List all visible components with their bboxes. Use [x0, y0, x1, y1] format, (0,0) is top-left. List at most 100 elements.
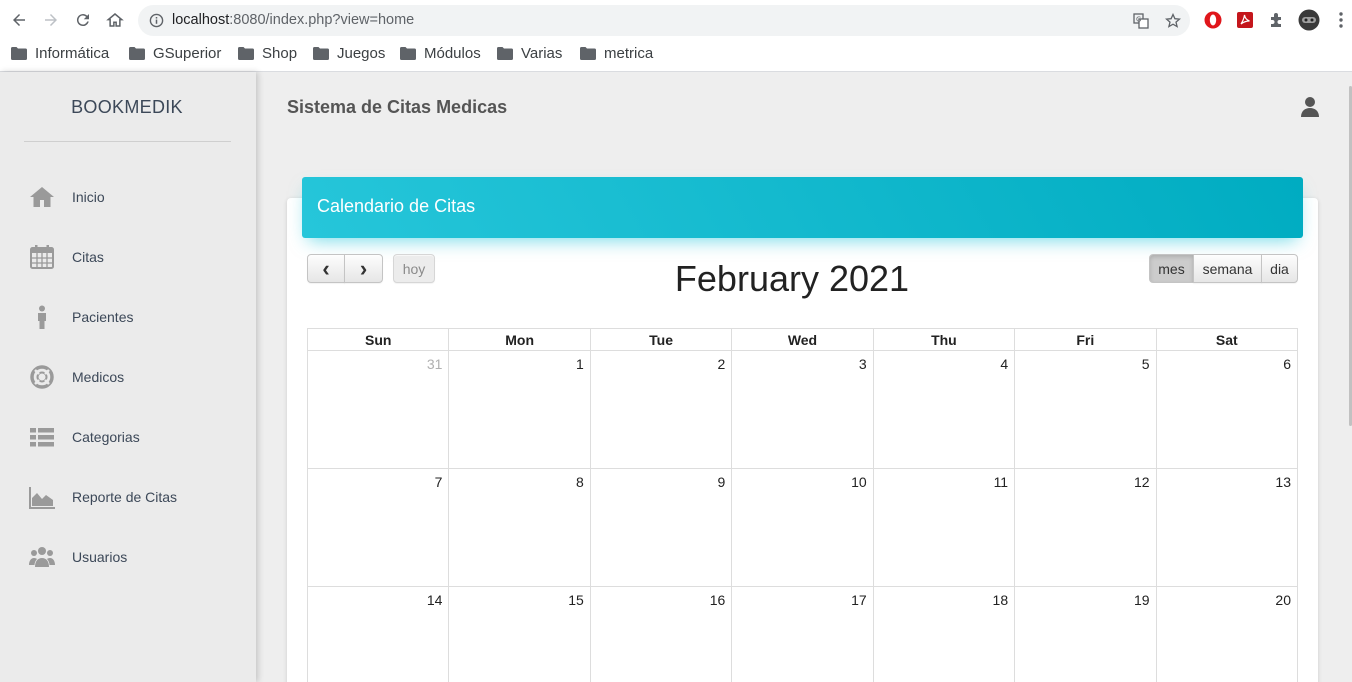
bookmark-folder[interactable]: Módulos: [400, 43, 481, 63]
bookmark-label: Varias: [521, 44, 563, 62]
folder-icon: [238, 46, 254, 60]
address-bar[interactable]: localhost:8080/index.php?view=home G: [138, 5, 1190, 36]
bookmark-label: metrica: [604, 44, 654, 62]
day-cell[interactable]: 6: [1155, 350, 1299, 469]
pdf-extension-icon[interactable]: [1236, 11, 1254, 29]
reload-icon[interactable]: [72, 9, 94, 31]
day-cell[interactable]: 19: [1014, 586, 1157, 682]
weekday-header: Sat: [1155, 328, 1299, 351]
sidebar-item-medicos[interactable]: Medicos: [0, 357, 256, 397]
day-cell[interactable]: 20: [1155, 586, 1299, 682]
day-cell[interactable]: 13: [1155, 468, 1299, 587]
week-row: 14 15 16 17 18 19 20: [306, 586, 1299, 682]
day-cell[interactable]: 11: [872, 468, 1016, 587]
url-text[interactable]: localhost:8080/index.php?view=home: [172, 12, 414, 28]
weekday-header: Fri: [1014, 328, 1157, 351]
day-cell[interactable]: 3: [731, 350, 874, 469]
sidebar-item-label: Usuarios: [72, 549, 128, 565]
day-cell[interactable]: 16: [589, 586, 733, 682]
bookmark-label: GSuperior: [153, 44, 222, 62]
back-icon[interactable]: [8, 9, 30, 31]
day-cell[interactable]: 4: [872, 350, 1016, 469]
day-cell[interactable]: 14: [306, 586, 450, 682]
bookmark-folder[interactable]: Juegos: [313, 43, 385, 63]
folder-icon: [400, 46, 416, 60]
users-icon: [28, 544, 56, 570]
home-browser-icon[interactable]: [104, 9, 126, 31]
profile-avatar-icon[interactable]: [1298, 9, 1320, 31]
day-cell[interactable]: 1: [448, 350, 591, 469]
sidebar-item-label: Reporte de Citas: [72, 489, 178, 505]
card-header: Calendario de Citas: [302, 177, 1303, 238]
day-cell[interactable]: 15: [448, 586, 591, 682]
bookmark-folder[interactable]: GSuperior: [129, 43, 221, 63]
folder-icon: [497, 46, 513, 60]
info-icon[interactable]: [149, 13, 164, 28]
person-icon: [28, 304, 56, 330]
sidebar-item-citas[interactable]: Citas: [0, 237, 256, 277]
weekday-header: Mon: [448, 328, 591, 351]
next-month-button[interactable]: ›: [344, 254, 383, 283]
weekday-header: Wed: [731, 328, 874, 351]
url-host: localhost: [172, 12, 230, 28]
today-button[interactable]: hoy: [393, 254, 435, 283]
url-path: :8080/index.php?view=home: [229, 12, 415, 28]
sidebar-item-label: Citas: [72, 249, 104, 265]
page-title: Sistema de Citas Medicas: [287, 97, 508, 117]
view-day-button[interactable]: dia: [1261, 254, 1298, 283]
folder-icon: [129, 46, 145, 60]
star-icon[interactable]: [1165, 13, 1181, 29]
browser-menu-icon[interactable]: [1334, 11, 1348, 29]
calendar-grid: Sun Mon Tue Wed Thu Fri Sat 31 1 2 3 4 5…: [306, 328, 1299, 682]
bookmark-folder[interactable]: Varias: [497, 43, 562, 63]
folder-icon: [313, 46, 329, 60]
day-cell[interactable]: 18: [872, 586, 1016, 682]
bookmark-folder[interactable]: metrica: [580, 43, 653, 63]
bookmark-folder[interactable]: Informática: [11, 43, 109, 63]
browser-toolbar: localhost:8080/index.php?view=home G: [0, 0, 1352, 40]
day-cell[interactable]: 31: [306, 350, 450, 469]
life-ring-icon: [28, 364, 56, 390]
view-month-button[interactable]: mes: [1149, 254, 1194, 283]
chevron-left-icon: ‹: [322, 255, 330, 281]
sidebar-item-label: Inicio: [72, 189, 105, 205]
bookmark-folder[interactable]: Shop: [238, 43, 297, 63]
extensions-icon[interactable]: [1268, 11, 1286, 29]
day-cell[interactable]: 7: [306, 468, 450, 587]
sidebar-item-reporte-de-citas[interactable]: Reporte de Citas: [0, 477, 256, 517]
bookmark-label: Informática: [35, 44, 110, 62]
week-row: 7 8 9 10 11 12 13: [306, 468, 1299, 587]
bookmarks-bar: Informática GSuperior Shop Juegos Módulo…: [0, 40, 1352, 68]
day-cell[interactable]: 5: [1014, 350, 1157, 469]
home-icon: [28, 184, 56, 210]
folder-icon: [580, 46, 596, 60]
day-cell[interactable]: 12: [1014, 468, 1157, 587]
translate-icon[interactable]: G: [1133, 13, 1149, 29]
opera-extension-icon[interactable]: [1204, 11, 1222, 29]
sidebar-item-label: Pacientes: [72, 309, 134, 325]
sidebar-item-label: Medicos: [72, 369, 125, 385]
weekday-header: Sun: [306, 328, 450, 351]
view-week-button[interactable]: semana: [1193, 254, 1262, 283]
sidebar-item-pacientes[interactable]: Pacientes: [0, 297, 256, 337]
sidebar-item-label: Categorias: [72, 429, 140, 445]
prev-month-button[interactable]: ‹: [307, 254, 345, 283]
svg-text:G: G: [1136, 16, 1141, 24]
sidebar-item-usuarios[interactable]: Usuarios: [0, 537, 256, 577]
day-cell[interactable]: 9: [589, 468, 733, 587]
sidebar-item-categorias[interactable]: Categorias: [0, 417, 256, 457]
day-cell[interactable]: 17: [731, 586, 874, 682]
list-icon: [28, 424, 56, 450]
forward-icon[interactable]: [40, 9, 62, 31]
weekday-header: Tue: [589, 328, 733, 351]
sidebar-item-inicio[interactable]: Inicio: [0, 177, 256, 217]
day-cell[interactable]: 10: [731, 468, 874, 587]
weekday-header: Thu: [872, 328, 1016, 351]
user-icon[interactable]: [1300, 96, 1320, 118]
day-cell[interactable]: 8: [448, 468, 591, 587]
bookmark-label: Shop: [262, 44, 298, 62]
brand-logo[interactable]: BOOKMEDIK: [0, 97, 254, 118]
card-title: Calendario de Citas: [317, 196, 476, 216]
day-cell[interactable]: 2: [589, 350, 733, 469]
area-chart-icon: [28, 484, 56, 510]
